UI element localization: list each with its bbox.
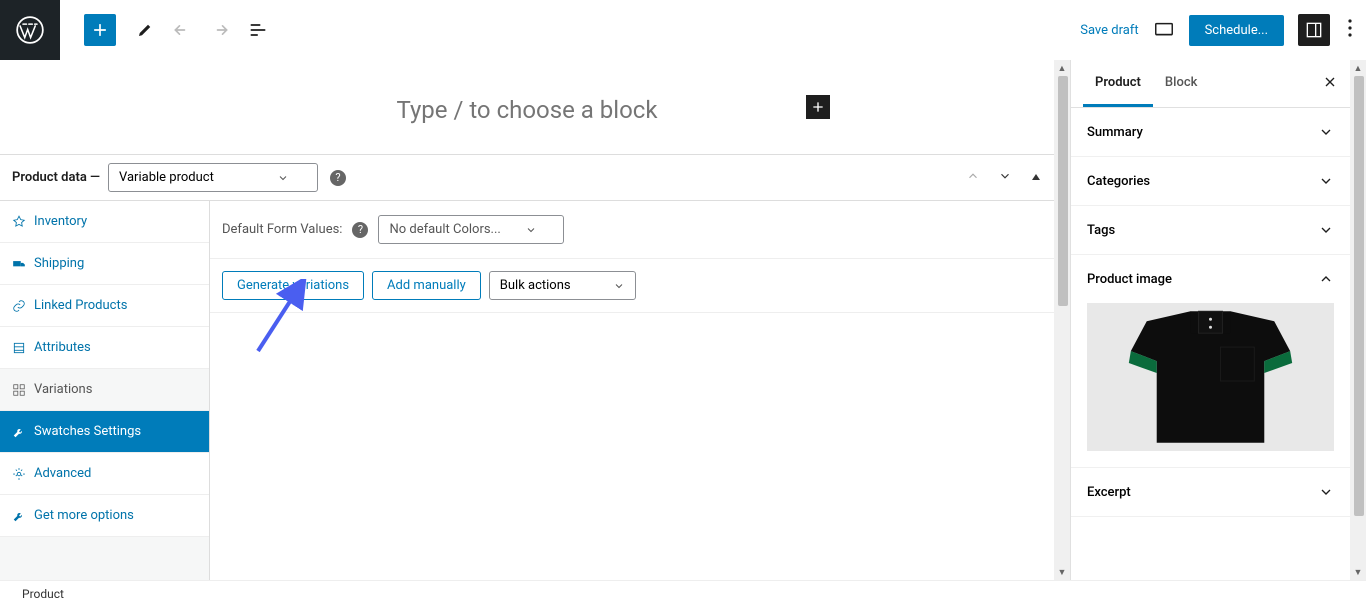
- tab-shipping[interactable]: Shipping: [0, 243, 209, 285]
- breadcrumb[interactable]: Product: [22, 587, 64, 601]
- tab-block[interactable]: Block: [1153, 61, 1209, 107]
- tab-inventory[interactable]: Inventory: [0, 201, 209, 243]
- help-icon[interactable]: ?: [330, 170, 346, 186]
- panel-up-icon[interactable]: [966, 168, 980, 187]
- default-form-values-select[interactable]: No default Colors...: [378, 215, 563, 244]
- close-panel-icon[interactable]: [1322, 74, 1338, 94]
- product-data-tabs: Inventory Shipping Linked Products Attri…: [0, 201, 210, 580]
- tab-swatches-settings[interactable]: Swatches Settings: [0, 411, 209, 453]
- wrench-icon: [12, 509, 26, 523]
- gear-icon: [12, 467, 26, 481]
- panel-scrollbar[interactable]: ▲ ▼: [1350, 60, 1366, 580]
- redo-icon[interactable]: [210, 20, 230, 40]
- attributes-icon: [12, 341, 26, 355]
- tab-variations[interactable]: Variations: [0, 369, 209, 411]
- editor-footer: Product: [0, 580, 1366, 607]
- tab-attributes[interactable]: Attributes: [0, 327, 209, 369]
- settings-panel: Product Block Summary Categories Tags Pr…: [1070, 60, 1350, 580]
- save-draft-link[interactable]: Save draft: [1080, 23, 1138, 38]
- section-tags[interactable]: Tags: [1071, 206, 1350, 255]
- section-excerpt[interactable]: Excerpt: [1071, 468, 1350, 517]
- editor-canvas: Type / to choose a block: [0, 60, 1054, 154]
- variations-icon: [12, 383, 26, 397]
- document-outline-icon[interactable]: [248, 20, 268, 40]
- panel-collapse-controls: [966, 168, 1042, 187]
- section-summary[interactable]: Summary: [1071, 108, 1350, 157]
- editor-scrollbar[interactable]: ▲ ▼: [1054, 60, 1070, 580]
- undo-icon[interactable]: [172, 20, 192, 40]
- product-image-preview[interactable]: [1071, 303, 1350, 468]
- generate-variations-button[interactable]: Generate variations: [222, 271, 364, 300]
- schedule-button[interactable]: Schedule...: [1189, 15, 1284, 46]
- product-data-header: Product data — Variable product ?: [0, 154, 1054, 201]
- help-icon[interactable]: ?: [352, 222, 368, 238]
- panel-toggle-icon[interactable]: [1030, 168, 1042, 187]
- product-type-select[interactable]: Variable product: [108, 163, 318, 192]
- section-categories[interactable]: Categories: [1071, 157, 1350, 206]
- bulk-actions-select[interactable]: Bulk actions: [489, 271, 636, 300]
- tab-linked-products[interactable]: Linked Products: [0, 285, 209, 327]
- inventory-icon: [12, 215, 26, 229]
- wrench-icon: [12, 425, 26, 439]
- tab-product[interactable]: Product: [1083, 61, 1153, 107]
- more-options-icon[interactable]: [1344, 15, 1356, 45]
- tab-advanced[interactable]: Advanced: [0, 453, 209, 495]
- add-block-button[interactable]: [84, 14, 116, 46]
- default-form-values-label: Default Form Values:: [222, 222, 342, 237]
- section-product-image[interactable]: Product image: [1071, 255, 1350, 303]
- wordpress-logo[interactable]: [0, 0, 60, 60]
- panel-down-icon[interactable]: [998, 168, 1012, 187]
- settings-sidebar-toggle[interactable]: [1298, 14, 1330, 46]
- tab-get-more-options[interactable]: Get more options: [0, 495, 209, 537]
- shipping-icon: [12, 257, 26, 271]
- link-icon: [12, 299, 26, 313]
- inline-add-block-button[interactable]: [806, 95, 830, 119]
- block-placeholder[interactable]: Type / to choose a block: [0, 60, 1054, 154]
- editor-topbar: Save draft Schedule...: [0, 0, 1366, 60]
- product-data-label: Product data —: [12, 170, 100, 185]
- product-type-value: Variable product: [119, 170, 214, 185]
- preview-icon[interactable]: [1153, 19, 1175, 41]
- add-manually-button[interactable]: Add manually: [372, 271, 481, 300]
- edit-icon[interactable]: [136, 21, 154, 39]
- product-data-content: Default Form Values: ? No default Colors…: [210, 201, 1054, 580]
- product-image-shirt: [1087, 303, 1334, 451]
